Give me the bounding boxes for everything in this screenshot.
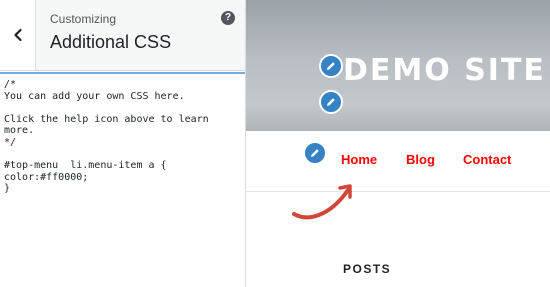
code-line: Click the help icon above to learn — [4, 113, 209, 125]
section-title: Additional CSS — [50, 32, 172, 52]
code-line: more. — [4, 125, 35, 137]
code-line: */ — [4, 136, 17, 148]
edit-header-image-button[interactable] — [319, 90, 343, 114]
site-preview: DEMO SITE Home Blog Contact POSTS — [246, 0, 550, 287]
posts-heading: POSTS — [343, 262, 392, 276]
menu-item-contact[interactable]: Contact — [463, 152, 511, 168]
code-line: color:#ff0000; — [4, 171, 89, 183]
panel-title-group: Customizing Additional CSS — [50, 12, 171, 54]
back-button[interactable] — [0, 0, 36, 70]
code-line: You can add your own CSS here. — [4, 90, 185, 102]
panel-header: Customizing Additional CSS ? — [0, 0, 245, 71]
edit-site-title-button[interactable] — [319, 54, 343, 78]
code-line: /* — [4, 79, 17, 90]
focus-indicator — [0, 72, 245, 74]
annotation-arrow — [292, 184, 352, 220]
help-icon[interactable]: ? — [221, 11, 235, 25]
pencil-icon — [311, 149, 319, 157]
css-code-editor[interactable]: /* You can add your own CSS here. Click th… — [4, 79, 242, 195]
edit-menu-button[interactable] — [303, 141, 327, 165]
chevron-left-icon — [13, 28, 22, 42]
pencil-icon — [327, 62, 335, 70]
code-line: #top-menu li.menu-item a { — [4, 160, 167, 172]
pencil-icon — [327, 98, 335, 106]
menu-item-blog[interactable]: Blog — [406, 152, 435, 168]
breadcrumb: Customizing — [50, 12, 117, 26]
code-line: } — [4, 183, 11, 195]
site-title[interactable]: DEMO SITE — [343, 53, 546, 89]
menu-item-home[interactable]: Home — [341, 152, 377, 168]
customizer-panel: Customizing Additional CSS ? /* You can a… — [0, 0, 246, 287]
